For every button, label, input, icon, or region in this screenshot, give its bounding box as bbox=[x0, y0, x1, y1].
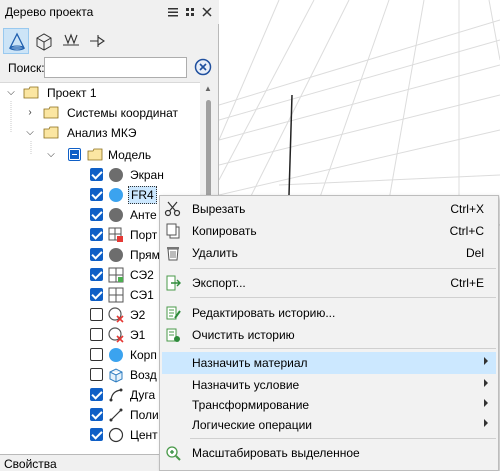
menu-item-assign-material[interactable]: Назначить материал bbox=[162, 352, 496, 374]
mesh-cube-icon bbox=[36, 33, 52, 51]
menu-item-transform[interactable]: Трансформирование bbox=[162, 394, 496, 416]
zoom-icon bbox=[166, 446, 181, 461]
menu-shortcut: Ctrl+X bbox=[450, 202, 484, 216]
submenu-arrow-icon bbox=[484, 379, 488, 387]
scroll-up-icon[interactable]: ▲ bbox=[204, 84, 212, 93]
cone-icon bbox=[8, 32, 26, 51]
menu-item-clear-history[interactable]: Очистить историю bbox=[162, 324, 496, 346]
trash-icon bbox=[167, 247, 179, 261]
tree-toolbar bbox=[0, 25, 219, 56]
submenu-arrow-icon bbox=[484, 399, 488, 407]
copy-icon bbox=[166, 223, 180, 239]
panel-title-bar: Дерево проекта bbox=[0, 0, 219, 24]
close-icon[interactable] bbox=[201, 6, 213, 18]
menu-shortcut: Del bbox=[465, 246, 484, 260]
clear-icon bbox=[194, 58, 212, 76]
search-label: Поиск: bbox=[8, 61, 45, 75]
menu-label: Масштабировать выделенное bbox=[192, 446, 360, 460]
menu-item-copy[interactable]: Копировать Ctrl+C bbox=[162, 220, 496, 242]
scissors-icon bbox=[164, 201, 181, 217]
clear-search-button[interactable] bbox=[193, 57, 213, 77]
menu-item-cut[interactable]: Вырезать Ctrl+X bbox=[162, 198, 496, 220]
menu-label: Трансформирование bbox=[192, 398, 310, 412]
menu-label: Очистить историю bbox=[192, 328, 295, 342]
port-icon bbox=[90, 35, 105, 47]
dock-options-icon[interactable] bbox=[184, 6, 196, 18]
physics-view-button[interactable] bbox=[58, 28, 84, 54]
menu-label: Назначить материал bbox=[192, 356, 308, 370]
mesh-view-button[interactable] bbox=[31, 28, 57, 54]
export-icon bbox=[166, 275, 181, 291]
menu-separator bbox=[190, 268, 496, 269]
menu-separator bbox=[190, 438, 496, 439]
menu-item-edit-history[interactable]: Редактировать историю... bbox=[162, 302, 496, 324]
search-input[interactable] bbox=[44, 57, 187, 78]
submenu-arrow-icon bbox=[484, 419, 488, 427]
menu-item-delete[interactable]: Удалить Del bbox=[162, 242, 496, 264]
submenu-arrow-icon bbox=[484, 357, 488, 365]
menu-shortcut: Ctrl+E bbox=[450, 276, 484, 290]
menu-label: Логические операции bbox=[192, 418, 312, 432]
menu-label: Копировать bbox=[192, 224, 257, 238]
menu-item-zoom-selected[interactable]: Масштабировать выделенное bbox=[162, 442, 496, 464]
menu-label: Назначить условие bbox=[192, 378, 300, 392]
context-menu: Вырезать Ctrl+X Копировать Ctrl+C Удалит… bbox=[159, 195, 499, 471]
solver-view-button[interactable] bbox=[85, 28, 111, 54]
menu-shortcut: Ctrl+C bbox=[449, 224, 484, 238]
menu-item-assign-condition[interactable]: Назначить условие bbox=[162, 374, 496, 396]
clear-history-icon bbox=[166, 328, 180, 342]
menu-item-export[interactable]: Экспорт... Ctrl+E bbox=[162, 272, 496, 294]
edit-history-icon bbox=[166, 306, 181, 320]
list-menu-icon[interactable] bbox=[167, 6, 179, 18]
menu-separator bbox=[190, 348, 496, 349]
search-row: Поиск: bbox=[0, 57, 219, 79]
menu-separator bbox=[190, 297, 496, 298]
geometry-view-button[interactable] bbox=[3, 28, 29, 54]
properties-title: Свойства bbox=[4, 457, 57, 471]
panel-title: Дерево проекта bbox=[5, 5, 94, 19]
boundary-icon bbox=[63, 33, 79, 46]
menu-label: Редактировать историю... bbox=[192, 306, 336, 320]
menu-label: Экспорт... bbox=[192, 276, 246, 290]
menu-label: Вырезать bbox=[192, 202, 246, 216]
menu-label: Удалить bbox=[192, 246, 238, 260]
menu-item-logic-operations[interactable]: Логические операции bbox=[162, 414, 496, 436]
